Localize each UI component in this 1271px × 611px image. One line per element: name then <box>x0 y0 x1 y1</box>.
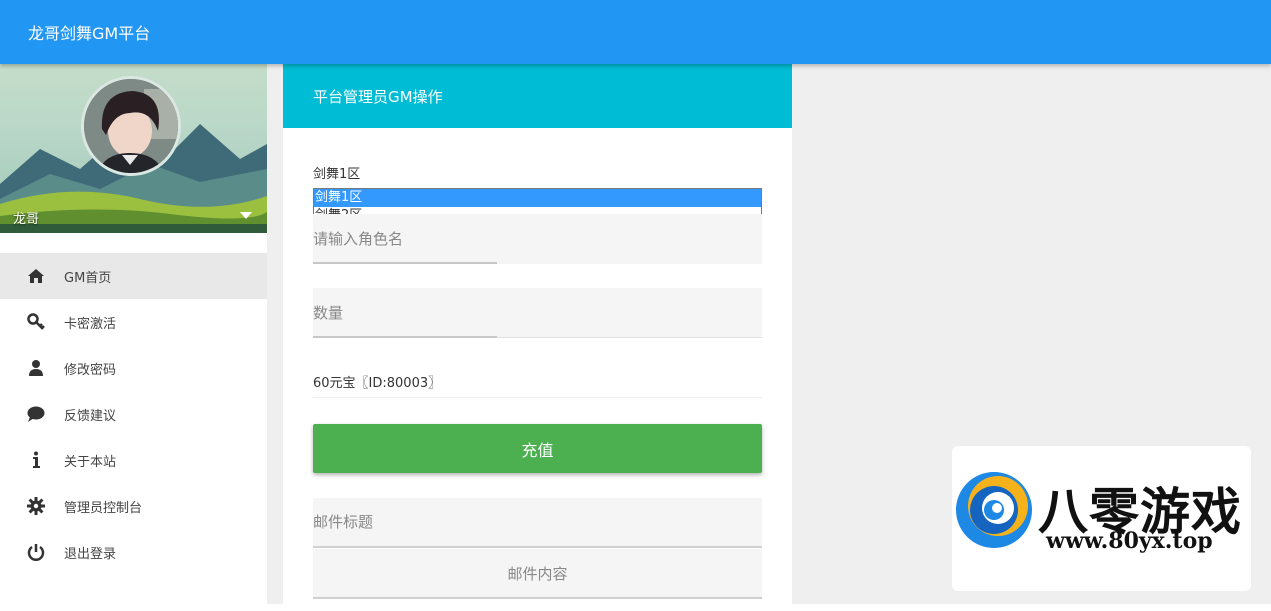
chevron-down-icon[interactable] <box>240 212 252 219</box>
sidebar-item-label: 修改密码 <box>64 362 117 378</box>
recharge-button[interactable]: 充值 <box>313 424 762 473</box>
profile-banner: 龙哥 <box>0 64 267 233</box>
sidebar-item-label: GM首页 <box>64 270 112 286</box>
avatar[interactable] <box>81 76 181 176</box>
key-icon <box>26 312 46 332</box>
mail-content-input[interactable] <box>313 549 762 597</box>
sidebar-item-label: 反馈建议 <box>64 408 117 424</box>
mail-title-field <box>313 498 762 548</box>
mail-title-input[interactable] <box>313 498 762 546</box>
gm-operation-panel: 平台管理员GM操作 剑舞1区 剑舞1区 剑舞2区 60元宝〖ID:80003〗 … <box>283 64 792 611</box>
user-icon <box>26 358 46 378</box>
gear-icon <box>26 496 46 516</box>
server-label: 剑舞1区 <box>313 167 361 182</box>
role-name-input[interactable] <box>313 214 762 264</box>
sidebar-item-label: 退出登录 <box>64 546 117 562</box>
comment-icon <box>26 404 46 424</box>
bottom-strip <box>0 604 1271 611</box>
sidebar-item-label: 关于本站 <box>64 454 117 470</box>
sidebar-item-label: 卡密激活 <box>64 316 117 332</box>
watermark-logo: 八零游戏 www.80yx.top <box>952 446 1251 591</box>
app-title: 龙哥剑舞GM平台 <box>28 24 151 43</box>
quantity-input[interactable] <box>313 288 762 338</box>
server-option[interactable]: 剑舞1区 <box>314 189 761 207</box>
sidebar-item-change-password[interactable]: 修改密码 <box>0 345 267 391</box>
info-icon <box>26 450 46 470</box>
item-select[interactable]: 60元宝〖ID:80003〗 <box>313 362 762 398</box>
role-name-field <box>313 214 762 264</box>
input-underline-active <box>313 336 497 338</box>
sidebar-item-about[interactable]: 关于本站 <box>0 437 267 483</box>
watermark-url: www.80yx.top <box>1046 528 1213 554</box>
input-underline <box>313 262 497 264</box>
sidebar-menu: GM首页 卡密激活 修改密码 反馈建议 关于本站 管理员控制台 退出登录 <box>0 253 267 575</box>
sidebar-item-gm-home[interactable]: GM首页 <box>0 253 267 299</box>
panel-header: 平台管理员GM操作 <box>283 64 792 128</box>
sidebar: 龙哥 GM首页 卡密激活 修改密码 反馈建议 关于本站 管理员控制台 退出登录 <box>0 64 267 611</box>
swirl-logo-icon <box>956 472 1032 548</box>
power-icon <box>26 542 46 562</box>
sidebar-item-logout[interactable]: 退出登录 <box>0 529 267 575</box>
profile-username: 龙哥 <box>13 212 40 227</box>
quantity-field <box>313 288 762 338</box>
sidebar-item-card-activation[interactable]: 卡密激活 <box>0 299 267 345</box>
sidebar-item-feedback[interactable]: 反馈建议 <box>0 391 267 437</box>
top-app-bar: 龙哥剑舞GM平台 <box>0 0 1271 64</box>
sidebar-item-admin-console[interactable]: 管理员控制台 <box>0 483 267 529</box>
home-icon <box>26 266 46 286</box>
mail-content-field <box>313 549 762 599</box>
sidebar-item-label: 管理员控制台 <box>64 500 143 516</box>
